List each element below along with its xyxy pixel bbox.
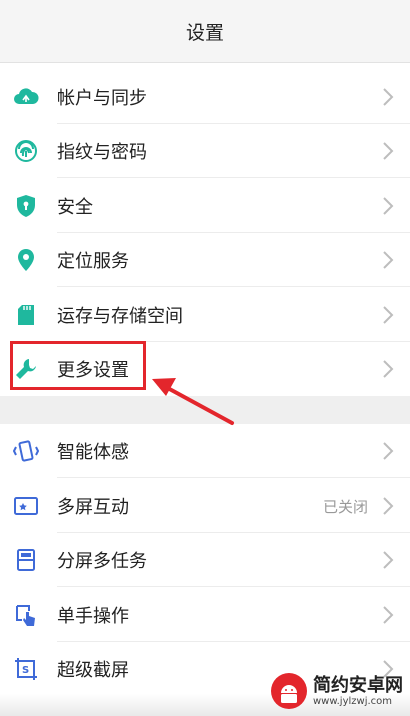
settings-item-label: 单手操作: [57, 606, 129, 627]
settings-item-label: 安全: [57, 197, 93, 218]
settings-item-account-sync[interactable]: 帐户与同步: [0, 70, 410, 124]
settings-item-split-screen[interactable]: 分屏多任务: [0, 533, 410, 587]
watermark-url: www.jylzwj.com: [313, 695, 393, 707]
settings-item-label: 分屏多任务: [57, 551, 147, 572]
arrow-pointer-icon: [152, 378, 234, 425]
page-title: 设置: [185, 21, 224, 44]
settings-item-label: 帐户与同步: [57, 88, 147, 109]
settings-item-label: 定位服务: [57, 251, 129, 272]
shield-icon: [12, 192, 40, 220]
multi-screen-icon: [12, 492, 40, 520]
one-hand-icon: [12, 601, 40, 629]
chevron-right-icon: [383, 606, 394, 624]
chevron-right-icon: [383, 306, 394, 324]
svg-text:S: S: [22, 665, 29, 676]
settings-item-label: 超级截屏: [57, 660, 129, 681]
status-text: 已关闭: [322, 497, 368, 516]
settings-item-label: 指纹与密码: [57, 142, 147, 163]
highlight-box: [10, 341, 146, 390]
settings-item-fingerprint-password[interactable]: 指纹与密码: [0, 124, 410, 178]
cloud-sync-icon: [12, 83, 40, 111]
settings-item-label: 多屏互动: [57, 497, 129, 518]
chevron-right-icon: [383, 88, 394, 106]
settings-item-label: 智能体感: [57, 442, 129, 463]
android-logo-icon: [271, 673, 307, 709]
settings-item-one-hand[interactable]: 单手操作: [0, 588, 410, 642]
motion-phone-icon: [12, 437, 40, 465]
chevron-right-icon: [383, 197, 394, 215]
settings-item-smart-motion[interactable]: 智能体感: [0, 424, 410, 478]
screenshot-icon: S: [12, 655, 40, 683]
chevron-right-icon: [383, 360, 394, 378]
chevron-right-icon: [383, 442, 394, 460]
divider: [57, 286, 410, 287]
chevron-right-icon: [383, 251, 394, 269]
split-screen-icon: [12, 546, 40, 574]
top-bar: 设置: [0, 0, 410, 63]
watermark: 简约安卓网 www.jylzwj.com: [269, 670, 404, 712]
settings-item-multi-screen[interactable]: 多屏互动 已关闭: [0, 479, 410, 533]
settings-item-label: 运存与存储空间: [57, 306, 183, 327]
divider: [57, 477, 410, 478]
fingerprint-icon: [12, 137, 40, 165]
divider: [57, 586, 410, 587]
settings-item-location[interactable]: 定位服务: [0, 233, 410, 287]
settings-item-security[interactable]: 安全: [0, 179, 410, 233]
chevron-right-icon: [383, 142, 394, 160]
location-pin-icon: [12, 246, 40, 274]
chevron-right-icon: [383, 551, 394, 569]
chevron-right-icon: [383, 497, 394, 515]
sd-card-icon: [12, 301, 40, 329]
watermark-title: 简约安卓网: [313, 674, 403, 696]
divider: [57, 177, 410, 178]
settings-item-storage[interactable]: 运存与存储空间: [0, 288, 410, 342]
